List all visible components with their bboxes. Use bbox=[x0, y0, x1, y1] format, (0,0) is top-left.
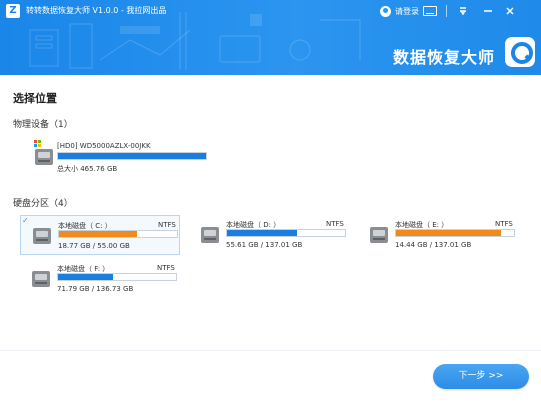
window-title: 转转数据恢复大师 V1.0.0 - 我拉网出品 bbox=[26, 6, 167, 15]
next-step-button[interactable]: 下一步 >> bbox=[433, 364, 529, 389]
partition-filesystem: NTFS bbox=[157, 264, 175, 272]
partition-usage-bar bbox=[226, 229, 346, 237]
partition-filesystem: NTFS bbox=[326, 220, 344, 228]
partition-usage-text: 14.44 GB / 137.01 GB bbox=[395, 241, 472, 249]
menu-icon[interactable] bbox=[455, 3, 471, 19]
partition-usage-fill bbox=[59, 231, 137, 237]
windows-logo-icon bbox=[34, 140, 41, 147]
close-icon[interactable] bbox=[502, 3, 518, 19]
device-capacity-fill bbox=[58, 153, 206, 159]
partitions-title: 硬盘分区（4） bbox=[13, 199, 73, 209]
brand-search-icon bbox=[505, 37, 535, 67]
partition-usage-bar bbox=[57, 273, 177, 281]
minimize-icon[interactable] bbox=[480, 3, 496, 19]
page-title: 选择位置 bbox=[13, 92, 57, 105]
device-name: [HD0] WD5000AZLX-00JKK bbox=[57, 142, 151, 150]
app-window: Z 转转数据恢复大师 V1.0.0 - 我拉网出品 请登录 数据恢复大师 选择位… bbox=[0, 0, 541, 420]
menu-icon-glyph bbox=[460, 7, 466, 16]
close-icon-glyph bbox=[506, 7, 514, 15]
partition-item-f[interactable]: 本地磁盘（ F: ） NTFS 71.79 GB / 136.73 GB bbox=[20, 259, 180, 299]
app-logo-icon: Z bbox=[6, 4, 20, 18]
brand-name: 数据恢复大师 bbox=[393, 48, 496, 67]
partition-usage-text: 18.77 GB / 55.00 GB bbox=[58, 242, 130, 250]
hard-disk-icon bbox=[370, 227, 388, 243]
header-banner: Z 转转数据恢复大师 V1.0.0 - 我拉网出品 请登录 数据恢复大师 bbox=[0, 0, 541, 75]
partition-item-e[interactable]: 本地磁盘（ E: ） NTFS 14.44 GB / 137.01 GB bbox=[358, 215, 518, 255]
device-total-size: 总大小 465.76 GB bbox=[57, 165, 118, 173]
login-button[interactable]: 请登录 bbox=[380, 4, 437, 18]
partition-filesystem: NTFS bbox=[158, 221, 176, 229]
footer-divider bbox=[0, 350, 541, 351]
partition-usage-text: 55.61 GB / 137.01 GB bbox=[226, 241, 303, 249]
titlebar-divider bbox=[446, 5, 447, 17]
hard-disk-icon bbox=[33, 228, 51, 244]
user-icon bbox=[380, 5, 391, 17]
partition-usage-fill bbox=[227, 230, 297, 236]
partition-usage-text: 71.79 GB / 136.73 GB bbox=[57, 285, 134, 293]
partition-usage-bar bbox=[58, 230, 178, 238]
title-bar: Z 转转数据恢复大师 V1.0.0 - 我拉网出品 请登录 bbox=[0, 0, 541, 22]
mail-icon[interactable] bbox=[423, 6, 437, 16]
hard-disk-icon bbox=[201, 227, 219, 243]
partition-filesystem: NTFS bbox=[495, 220, 513, 228]
minimize-icon-glyph bbox=[484, 10, 492, 12]
device-capacity-bar bbox=[57, 152, 207, 160]
partition-item-c[interactable]: ✓ 本地磁盘（ C: ） NTFS 18.77 GB / 55.00 GB bbox=[20, 215, 180, 255]
hard-disk-icon bbox=[35, 149, 53, 165]
partition-usage-bar bbox=[395, 229, 515, 237]
hard-disk-icon bbox=[32, 271, 50, 287]
partition-usage-fill bbox=[58, 274, 114, 280]
login-label: 请登录 bbox=[395, 6, 419, 16]
partition-usage-fill bbox=[396, 230, 502, 236]
physical-devices-title: 物理设备（1） bbox=[13, 120, 73, 130]
partition-item-d[interactable]: 本地磁盘（ D: ） NTFS 55.61 GB / 137.01 GB bbox=[189, 215, 349, 255]
check-icon: ✓ bbox=[22, 216, 29, 225]
physical-device-item[interactable]: [HD0] WD5000AZLX-00JKK 总大小 465.76 GB bbox=[32, 139, 207, 175]
